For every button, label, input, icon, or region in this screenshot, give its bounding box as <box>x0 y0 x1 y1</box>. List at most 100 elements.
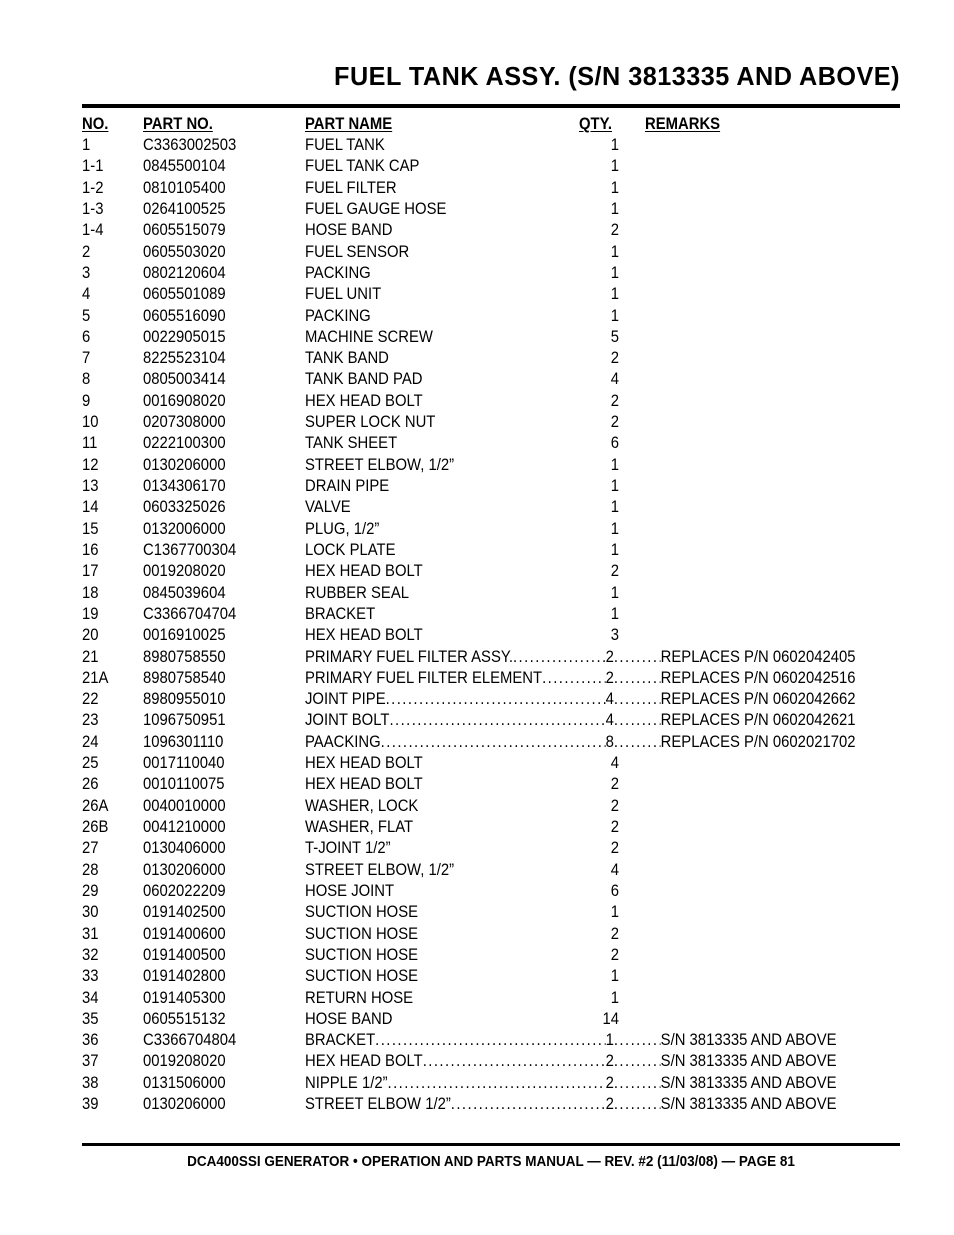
row-leader-group: NIPPLE 1/2” 2 S/N 3813335 AND ABOVE <box>305 1073 940 1094</box>
row-part-name: PACKING <box>305 306 371 325</box>
row-part-name: TANK BAND <box>305 349 389 368</box>
table-row: 4 0605501089 FUEL UNIT 1 <box>82 284 942 305</box>
row-qty: 4 <box>605 711 614 730</box>
table-row: 1-3 0264100525 FUEL GAUGE HOSE 1 <box>82 199 942 220</box>
row-part-no: 0605501089 <box>143 285 226 304</box>
row-part-no: 0603325026 <box>143 498 226 517</box>
row-part-name: RUBBER SEAL <box>305 583 409 602</box>
table-row: 10 0207308000 SUPER LOCK NUT 2 <box>82 412 942 433</box>
row-part-no: 0019208020 <box>143 562 226 581</box>
title-divider <box>82 104 900 108</box>
row-number: 28 <box>82 860 99 879</box>
row-part-name: JOINT PIPE <box>305 690 386 709</box>
row-part-name: TANK SHEET <box>305 434 398 453</box>
row-part-no: 0016908020 <box>143 391 226 410</box>
row-part-no: 0040010000 <box>143 796 226 815</box>
table-row: 38 0131506000 NIPPLE 1/2” 2 S/N 3813335 AND … <box>82 1073 942 1094</box>
row-qty: 2 <box>610 413 619 432</box>
row-qty: 1 <box>610 157 619 176</box>
table-row: 27 0130406000 T-JOINT 1/2” 2 <box>82 838 942 859</box>
row-number: 25 <box>82 754 99 773</box>
row-number: 15 <box>82 519 99 538</box>
row-number: 18 <box>82 583 99 602</box>
row-part-name: WASHER, LOCK <box>305 796 419 815</box>
row-qty: 14 <box>602 1009 619 1028</box>
row-qty: 1 <box>610 455 619 474</box>
row-part-no: 0131506000 <box>143 1073 226 1092</box>
row-number: 29 <box>82 881 99 900</box>
row-part-name: SUPER LOCK NUT <box>305 413 436 432</box>
row-qty: 1 <box>610 903 619 922</box>
row-part-name: JOINT BOLT <box>305 711 390 730</box>
row-part-name: T-JOINT 1/2” <box>305 839 391 858</box>
row-number: 38 <box>82 1073 99 1092</box>
row-part-no: 0130206000 <box>143 455 226 474</box>
row-part-name: FUEL TANK CAP <box>305 157 420 176</box>
row-part-no: 0022905015 <box>143 327 226 346</box>
row-qty: 2 <box>610 839 619 858</box>
row-remarks: S/N 3813335 AND ABOVE <box>660 1095 837 1114</box>
table-row: 15 0132006000 PLUG, 1/2” 1 <box>82 519 942 540</box>
row-part-no: 0191405300 <box>143 988 226 1007</box>
table-row: 35 0605515132 HOSE BAND 14 <box>82 1009 942 1030</box>
row-part-no: 0132006000 <box>143 519 226 538</box>
row-part-no: 1096750951 <box>143 711 226 730</box>
dot-leader <box>614 1051 661 1072</box>
row-number: 32 <box>82 945 99 964</box>
table-row: 26 0010110075 HEX HEAD BOLT 2 <box>82 774 942 795</box>
dot-leader <box>386 689 606 710</box>
row-qty: 4 <box>610 370 619 389</box>
table-row: 17 0019208020 HEX HEAD BOLT 2 <box>82 561 942 582</box>
row-leader-group: BRACKET 1 S/N 3813335 AND ABOVE <box>305 1030 940 1051</box>
row-part-name: PACKING <box>305 263 371 282</box>
row-leader-group: JOINT BOLT 4 REPLACES P/N 0602042621 <box>305 710 940 731</box>
row-part-name: STREET ELBOW 1/2” <box>305 1095 451 1114</box>
row-part-name: SUCTION HOSE <box>305 967 419 986</box>
row-remarks: S/N 3813335 AND ABOVE <box>660 1031 837 1050</box>
row-part-no: 0010110075 <box>143 775 225 794</box>
row-part-name: HEX HEAD BOLT <box>305 775 423 794</box>
row-qty: 1 <box>610 540 619 559</box>
row-part-no: C3363002503 <box>143 136 237 154</box>
row-leader-group: PAACKING 8 REPLACES P/N 0602021702 <box>305 732 940 753</box>
row-qty: 1 <box>610 583 619 602</box>
row-qty: 1 <box>610 285 619 304</box>
table-row: 1-1 0845500104 FUEL TANK CAP 1 <box>82 156 942 177</box>
row-part-name: HOSE JOINT <box>305 881 395 900</box>
row-qty: 1 <box>610 136 619 154</box>
row-leader-group: JOINT PIPE 4 REPLACES P/N 0602042662 <box>305 689 940 710</box>
row-part-no: C3366704704 <box>143 604 237 623</box>
row-remarks: REPLACES P/N 0602042516 <box>660 668 856 687</box>
table-row: 20 0016910025 HEX HEAD BOLT 3 <box>82 625 942 646</box>
table-row: 11 0222100300 TANK SHEET 6 <box>82 433 942 454</box>
row-number: 6 <box>82 327 91 346</box>
dot-leader <box>381 732 606 753</box>
table-row: 25 0017110040 HEX HEAD BOLT 4 <box>82 753 942 774</box>
dot-leader <box>614 710 661 731</box>
row-number: 4 <box>82 285 91 304</box>
row-number: 7 <box>82 349 91 368</box>
row-part-name: FUEL SENSOR <box>305 242 410 261</box>
row-part-name: FUEL FILTER <box>305 178 397 197</box>
row-part-no: 0805003414 <box>143 370 226 389</box>
row-number: 26A <box>82 796 109 815</box>
row-leader-group: HEX HEAD BOLT 2 S/N 3813335 AND ABOVE <box>305 1051 940 1072</box>
row-part-name: LOCK PLATE <box>305 540 396 559</box>
row-qty: 1 <box>610 199 619 218</box>
row-number: 2 <box>82 242 91 261</box>
row-number: 35 <box>82 1009 99 1028</box>
row-number: 9 <box>82 391 91 410</box>
row-number: 22 <box>82 690 99 709</box>
row-number: 12 <box>82 455 99 474</box>
row-part-name: BRACKET <box>305 604 376 623</box>
row-part-no: C1367700304 <box>143 540 237 559</box>
row-qty: 2 <box>610 562 619 581</box>
table-row: 23 1096750951 JOINT BOLT 4 REPLACES P/N 0602… <box>82 710 942 731</box>
column-header-remarks: REMARKS <box>645 115 721 133</box>
table-row: 39 0130206000 STREET ELBOW 1/2” 2 S/N 381333… <box>82 1094 942 1115</box>
row-qty: 1 <box>610 306 619 325</box>
table-row: 26A 0040010000 WASHER, LOCK 2 <box>82 796 942 817</box>
row-part-no: 0019208020 <box>143 1052 226 1071</box>
row-number: 8 <box>82 370 91 389</box>
row-part-no: 0810105400 <box>143 178 226 197</box>
